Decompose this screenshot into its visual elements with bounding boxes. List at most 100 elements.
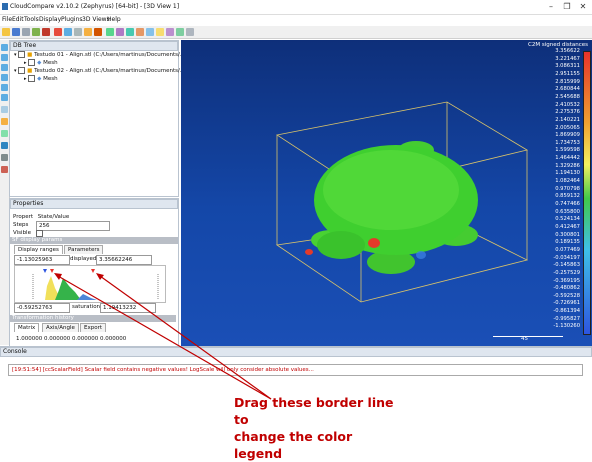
tree-subitem-label: Mesh bbox=[43, 60, 58, 66]
restore-button[interactable]: ❐ bbox=[560, 2, 574, 12]
turtle-red-area bbox=[305, 249, 313, 255]
legend-value: 0.300801 bbox=[555, 231, 580, 238]
column-value: State/Value bbox=[37, 214, 70, 220]
legend-value: 2.815999 bbox=[555, 78, 580, 85]
translate-icon[interactable] bbox=[64, 28, 72, 36]
console-header: Console bbox=[0, 347, 592, 357]
transform-section: Transformation history bbox=[10, 315, 176, 322]
legend-value: 3.086311 bbox=[555, 63, 580, 70]
legend-value: 2.680844 bbox=[555, 86, 580, 93]
tree-item[interactable]: ▾ ■ Testudo 02 - Align.stl (C:/Users/mar… bbox=[10, 67, 185, 75]
tree-subitem[interactable]: ▸ ◆ Mesh bbox=[10, 75, 178, 83]
view-top-icon[interactable] bbox=[1, 44, 8, 51]
max-value-input[interactable]: 3.35662246 bbox=[96, 255, 152, 265]
tab-parameters[interactable]: Parameters bbox=[64, 245, 104, 254]
legend-value: -0.995827 bbox=[553, 315, 580, 322]
minimize-button[interactable]: – bbox=[544, 2, 558, 12]
delete-icon[interactable] bbox=[94, 28, 102, 36]
legend-value: 2.410532 bbox=[555, 101, 580, 108]
octree-icon[interactable] bbox=[126, 28, 134, 36]
close-button[interactable]: ✕ bbox=[576, 2, 590, 12]
turtle-blue-area bbox=[416, 251, 426, 259]
tab-display-ranges[interactable]: Display ranges bbox=[14, 245, 63, 254]
legend-value: 1.734753 bbox=[555, 139, 580, 146]
merge-icon[interactable] bbox=[42, 28, 50, 36]
record-icon[interactable] bbox=[1, 166, 8, 173]
histogram[interactable] bbox=[14, 265, 166, 303]
distance-icon[interactable] bbox=[136, 28, 144, 36]
save-icon[interactable] bbox=[12, 28, 20, 36]
tree-item[interactable]: ▾ ■ Testudo 01 - Align.stl (C:/Users/mar… bbox=[10, 51, 185, 59]
align-icon[interactable] bbox=[74, 28, 82, 36]
view-bottom-icon[interactable] bbox=[1, 94, 8, 101]
search-icon[interactable] bbox=[1, 142, 8, 149]
light-icon[interactable] bbox=[1, 154, 8, 161]
view-right-icon[interactable] bbox=[1, 84, 8, 91]
3d-view[interactable]: C2M signed distances 3.356622 3.221467 3.0… bbox=[181, 40, 592, 346]
menu-display[interactable]: Display bbox=[39, 16, 61, 23]
legend-value: 0.859132 bbox=[555, 193, 580, 200]
legend-value: -0.257529 bbox=[553, 269, 580, 276]
min-slider-marker[interactable] bbox=[43, 269, 47, 273]
sat-slider-marker[interactable] bbox=[50, 269, 54, 273]
normals-icon[interactable] bbox=[116, 28, 124, 36]
saturation-row: -0.59252763 saturation 1.19413232 bbox=[14, 303, 174, 313]
legend-value: 0.412467 bbox=[555, 223, 580, 230]
steps-row: Steps 256 bbox=[10, 221, 178, 231]
legend-value: 0.970798 bbox=[555, 185, 580, 192]
filter-icon[interactable] bbox=[166, 28, 174, 36]
menu-edit[interactable]: Edit bbox=[12, 16, 24, 23]
legend-value: -0.480862 bbox=[553, 285, 580, 292]
histogram-svg bbox=[17, 269, 159, 300]
steps-label: Steps bbox=[13, 222, 29, 228]
legend-value: -0.861394 bbox=[553, 308, 580, 315]
visibility-checkbox[interactable] bbox=[18, 67, 26, 74]
legend-value: 2.951155 bbox=[555, 70, 580, 77]
iso-view-icon[interactable] bbox=[1, 106, 8, 113]
matrix-row: 1.000000 0.000000 0.000000 0.000000 bbox=[16, 336, 127, 342]
point-pick-icon[interactable] bbox=[54, 28, 62, 36]
registration-icon[interactable] bbox=[146, 28, 154, 36]
open-icon[interactable] bbox=[2, 28, 10, 36]
tree-item-label: Testudo 02 - Align.stl (C:/Users/martinu… bbox=[34, 68, 186, 74]
tab-axis-angle[interactable]: Axis/Angle bbox=[42, 323, 79, 332]
visibility-checkbox[interactable] bbox=[18, 51, 26, 58]
visible-checkbox[interactable] bbox=[36, 230, 43, 237]
menu-help[interactable]: Help bbox=[107, 16, 121, 23]
menu-file[interactable]: File bbox=[2, 16, 12, 23]
properties-columns: Propert State/Value bbox=[10, 213, 178, 221]
zoom-icon[interactable] bbox=[1, 118, 8, 125]
menu-3d-views[interactable]: 3D Views bbox=[82, 16, 110, 23]
view-left-icon[interactable] bbox=[1, 64, 8, 71]
visibility-checkbox[interactable] bbox=[28, 75, 36, 82]
tab-export[interactable]: Export bbox=[80, 323, 107, 332]
folder-icon: ■ bbox=[27, 52, 33, 58]
tab-matrix[interactable]: Matrix bbox=[14, 323, 40, 332]
tree-subitem[interactable]: ▸ ◆ Mesh bbox=[10, 59, 178, 67]
view-front-icon[interactable] bbox=[1, 54, 8, 61]
pick-icon[interactable] bbox=[22, 28, 30, 36]
mesh-icon[interactable] bbox=[176, 28, 184, 36]
sat-value-input[interactable]: 1.19413232 bbox=[100, 303, 156, 313]
min-value-input[interactable]: -1.13025963 bbox=[14, 255, 70, 265]
legend-value: -0.369195 bbox=[553, 277, 580, 284]
scalar-field-icon[interactable] bbox=[156, 28, 164, 36]
clone-icon[interactable] bbox=[32, 28, 40, 36]
settings-icon[interactable] bbox=[186, 28, 194, 36]
visible-label: Visible bbox=[13, 230, 31, 236]
displayed-label: displayed bbox=[70, 256, 97, 262]
max-slider-marker[interactable] bbox=[91, 269, 95, 273]
menu-tools[interactable]: Tools bbox=[24, 16, 39, 23]
view-back-icon[interactable] bbox=[1, 74, 8, 81]
rotate-icon[interactable] bbox=[1, 130, 8, 137]
legend-value: 1.464442 bbox=[555, 155, 580, 162]
segment-icon[interactable] bbox=[84, 28, 92, 36]
visibility-checkbox[interactable] bbox=[28, 59, 36, 66]
db-tree-header: DB Tree bbox=[10, 41, 178, 51]
menu-plugins[interactable]: Plugins bbox=[61, 16, 83, 23]
turtle-shell-highlight bbox=[323, 150, 459, 230]
sample-icon[interactable] bbox=[106, 28, 114, 36]
low-value-input[interactable]: -0.59252763 bbox=[14, 303, 70, 313]
annotation-line-2: change the color legend bbox=[234, 429, 353, 461]
legend-value: 0.189135 bbox=[555, 239, 580, 246]
